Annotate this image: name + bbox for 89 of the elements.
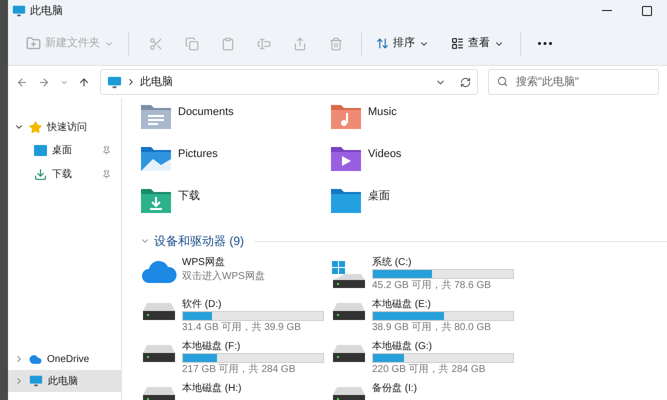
monitor-icon: [107, 74, 122, 90]
pictures-folder-icon: [140, 144, 172, 172]
more-icon: [538, 42, 552, 45]
folder-item[interactable]: Pictures: [140, 144, 330, 186]
drive-icon: [141, 344, 177, 364]
drive-item[interactable]: 本地磁盘 (F:) 217 GB 可用，共 284 GB: [140, 340, 330, 382]
drive-name: 本地磁盘 (G:): [372, 340, 433, 353]
folder-name: Documents: [178, 105, 234, 120]
forward-icon[interactable]: [38, 76, 50, 88]
folder-name: Videos: [368, 147, 402, 162]
share-icon: [293, 36, 307, 50]
sort-button[interactable]: 排序: [370, 30, 435, 58]
folder-item[interactable]: Music: [330, 102, 520, 144]
drive-subtitle: 双击进入WPS网盘: [182, 270, 265, 284]
folder-name: Music: [368, 105, 397, 120]
drive-name: 本地磁盘 (F:): [182, 340, 242, 353]
clipboard-icon: [221, 36, 235, 50]
drive-name: 备份盘 (I:): [372, 382, 417, 395]
window-title: 此电脑: [30, 4, 63, 19]
back-icon[interactable]: [16, 76, 28, 88]
drive-icon: [331, 302, 367, 322]
view-button[interactable]: 查看: [445, 30, 510, 58]
nav-item[interactable]: OneDrive: [8, 348, 121, 370]
nav-item[interactable]: 桌面: [8, 138, 121, 162]
monitor-icon: [29, 374, 43, 388]
up-icon[interactable]: [78, 76, 90, 88]
drive-item[interactable]: 本地磁盘 (H:): [140, 382, 330, 400]
nav-item[interactable]: 下载: [8, 162, 121, 186]
search-field[interactable]: 搜索"此电脑": [488, 69, 660, 95]
maximize-icon: [642, 6, 652, 16]
drive-item[interactable]: 本地磁盘 (G:) 220 GB 可用，共 284 GB: [330, 340, 520, 382]
videos-folder-icon: [330, 144, 362, 172]
drive-icon: [331, 344, 367, 364]
free-space-text: 220 GB 可用，共 284 GB: [372, 363, 486, 377]
address-bar[interactable]: 此电脑: [100, 69, 478, 95]
drive-name: 软件 (D:): [182, 298, 222, 311]
nav-label: 下载: [52, 168, 72, 182]
search-icon: [497, 76, 508, 87]
desktop-icon: [34, 144, 47, 156]
rename-icon: [257, 36, 271, 50]
drive-item[interactable]: 软件 (D:) 31.4 GB 可用，共 39.9 GB: [140, 298, 330, 340]
trash-icon: [329, 36, 343, 50]
scissors-icon: [149, 36, 163, 50]
folder-item[interactable]: 桌面: [330, 186, 520, 228]
cloud-icon: [29, 352, 42, 366]
section-heading: 设备和驱动器 (9): [154, 233, 244, 250]
star-icon: [29, 120, 42, 134]
folder-name: 下载: [178, 189, 200, 204]
monitor-icon: [12, 4, 26, 18]
free-space-text: 217 GB 可用，共 284 GB: [182, 363, 296, 377]
system-drive-icon: [331, 260, 367, 290]
documents-folder-icon: [140, 102, 172, 130]
download-folder-icon: [140, 186, 172, 214]
drive-name: 本地磁盘 (E:): [372, 298, 432, 311]
sort-icon: [376, 37, 389, 50]
nav-label: 快速访问: [47, 120, 87, 134]
download-icon: [34, 168, 47, 180]
free-space-text: 38.9 GB 可用，共 80.0 GB: [372, 321, 492, 335]
view-icon: [451, 37, 464, 50]
copy-icon: [185, 36, 199, 50]
desktop-folder-icon: [330, 186, 362, 214]
folder-item[interactable]: Videos: [330, 144, 520, 186]
free-space-text: 31.4 GB 可用，共 39.9 GB: [182, 321, 302, 335]
nav-label: 桌面: [52, 144, 72, 158]
drive-icon: [331, 386, 367, 400]
folder-item[interactable]: Documents: [140, 102, 330, 144]
drive-icon: [141, 386, 177, 400]
cloud-icon: [141, 260, 177, 284]
nav-item[interactable]: 快速访问: [8, 116, 121, 138]
folder-name: Pictures: [178, 147, 218, 162]
folder-item[interactable]: 下载: [140, 186, 330, 228]
drive-name: WPS网盘: [182, 256, 226, 269]
drive-icon: [141, 302, 177, 322]
nav-label: 此电脑: [48, 374, 78, 388]
address-path: 此电脑: [140, 74, 174, 90]
free-space-text: 45.2 GB 可用，共 78.6 GB: [372, 279, 492, 293]
nav-item[interactable]: 此电脑: [8, 370, 121, 392]
drive-item[interactable]: WPS网盘 双击进入WPS网盘: [140, 256, 330, 298]
refresh-icon[interactable]: [460, 76, 472, 88]
minimize-icon: [602, 10, 612, 12]
drive-item[interactable]: 本地磁盘 (E:) 38.9 GB 可用，共 80.0 GB: [330, 298, 520, 340]
drive-item[interactable]: 系统 (C:) 45.2 GB 可用，共 78.6 GB: [330, 256, 520, 298]
music-folder-icon: [330, 102, 362, 130]
drive-name: 本地磁盘 (H:): [182, 382, 242, 395]
nav-label: OneDrive: [47, 352, 90, 366]
folder-name: 桌面: [368, 188, 390, 204]
drive-item[interactable]: 备份盘 (I:): [330, 382, 520, 400]
drive-name: 系统 (C:): [372, 256, 412, 269]
new-folder-icon: [26, 36, 41, 51]
